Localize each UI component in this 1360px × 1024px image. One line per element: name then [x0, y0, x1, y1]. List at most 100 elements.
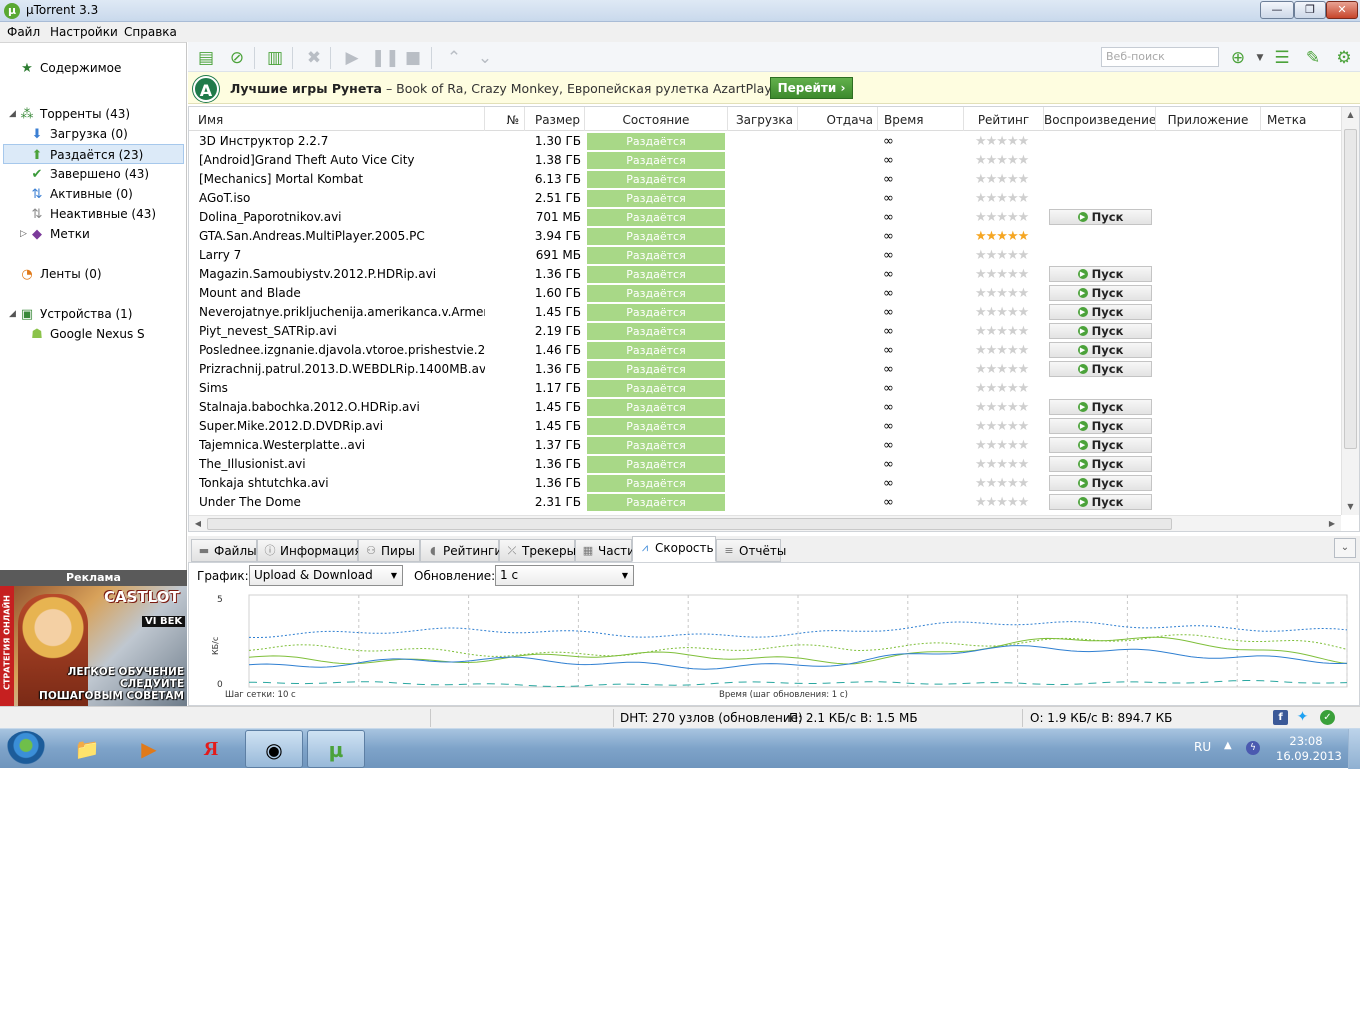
search-dropdown-icon[interactable]: ▼: [1249, 47, 1271, 69]
table-row[interactable]: Mount and Blade 1.60 ГБ Раздаётся ∞ ★★★★★ ▶ Пу…: [189, 284, 1341, 303]
add-url-icon[interactable]: ⊘: [226, 47, 248, 69]
tab-speed[interactable]: ⩘ Скорость: [632, 536, 716, 562]
banner-text[interactable]: Лучшие игры Рунета – Book of Ra, Crazy M…: [230, 81, 772, 96]
column-label[interactable]: Метка: [1261, 107, 1341, 131]
table-row[interactable]: Stalnaja.babochka.2012.O.HDRip.avi 1.45 Г…: [189, 398, 1341, 417]
tray-expand-icon[interactable]: ▲: [1224, 740, 1232, 751]
graph-select[interactable]: Upload & Download ▼: [249, 565, 403, 586]
scroll-thumb[interactable]: [1344, 129, 1357, 449]
rating-stars[interactable]: ★★★★★: [975, 398, 1045, 417]
sidebar-item-torrents[interactable]: ◢ ⁂ Торренты (43): [9, 104, 130, 124]
table-row[interactable]: Tonkaja shtutchka.avi 1.36 ГБ Раздаётся ∞ ★★…: [189, 474, 1341, 493]
sidebar-item-devices[interactable]: ◢ ▣ Устройства (1): [9, 304, 132, 324]
play-button[interactable]: ▶ Пуск: [1049, 494, 1152, 510]
create-torrent-icon[interactable]: ▥: [264, 47, 286, 69]
tab-logs[interactable]: ≡ Отчёты: [716, 539, 786, 562]
move-up-icon[interactable]: ⌃: [443, 47, 465, 69]
table-row[interactable]: Piyt_nevest_SATRip.avi 2.19 ГБ Раздаётся ∞ ★…: [189, 322, 1341, 341]
expand-arrow-icon[interactable]: ▷: [20, 224, 27, 244]
rating-stars[interactable]: ★★★★★: [975, 170, 1045, 189]
horizontal-scrollbar[interactable]: ◀ ▶: [189, 515, 1341, 531]
table-row[interactable]: AGoT.iso 2.51 ГБ Раздаётся ∞ ★★★★★: [189, 189, 1341, 208]
scroll-up-icon[interactable]: ▲: [1342, 107, 1359, 123]
table-row[interactable]: 3D Инструктор 2.2.7 1.30 ГБ Раздаётся ∞ ★★★★…: [189, 132, 1341, 151]
twitter-icon[interactable]: ✦: [1295, 710, 1310, 725]
tab-trackers[interactable]: ⤫ Трекеры: [499, 539, 576, 562]
tab-ratings[interactable]: ◖ Рейтинги: [420, 539, 502, 562]
sidebar-item-labels[interactable]: ▷ ◆ Метки: [20, 224, 90, 244]
download-status[interactable]: П: 2.1 КБ/с В: 1.5 МБ: [789, 711, 918, 725]
scroll-down-icon[interactable]: ▼: [1342, 499, 1359, 515]
close-button[interactable]: ✕: [1326, 1, 1358, 19]
rating-stars[interactable]: ★★★★★: [975, 379, 1045, 398]
tray-app-icon[interactable]: ϟ: [1246, 741, 1260, 755]
rating-stars[interactable]: ★★★★★: [975, 189, 1045, 208]
update-select[interactable]: 1 с ▼: [495, 565, 634, 586]
play-button[interactable]: ▶ Пуск: [1049, 361, 1152, 377]
move-down-icon[interactable]: ⌄: [474, 47, 496, 69]
play-button[interactable]: ▶ Пуск: [1049, 266, 1152, 282]
column-app[interactable]: Приложение: [1156, 107, 1261, 131]
table-row[interactable]: [Mechanics] Mortal Kombat 6.13 ГБ Раздаётс…: [189, 170, 1341, 189]
sidebar-item-downloading[interactable]: ⬇ Загрузка (0): [30, 124, 128, 144]
play-button[interactable]: ▶ Пуск: [1049, 323, 1152, 339]
vertical-scrollbar[interactable]: ▲ ▼: [1341, 107, 1359, 515]
add-torrent-icon[interactable]: ▤: [195, 47, 217, 69]
chrome-icon[interactable]: ◉: [245, 730, 303, 768]
sidebar-item-completed[interactable]: ✔ Завершено (43): [30, 164, 150, 184]
stop-icon[interactable]: ■: [402, 47, 424, 69]
table-row[interactable]: Sims 1.17 ГБ Раздаётся ∞ ★★★★★: [189, 379, 1341, 398]
table-row[interactable]: GTA.San.Andreas.MultiPlayer.2005.PC 3.94 …: [189, 227, 1341, 246]
rating-stars[interactable]: ★★★★★: [975, 341, 1045, 360]
maximize-button[interactable]: ❐: [1294, 1, 1326, 19]
rating-stars[interactable]: ★★★★★: [975, 455, 1045, 474]
table-row[interactable]: Dolina_Paporotnikov.avi 701 МБ Раздаётся ∞ ★…: [189, 208, 1341, 227]
rating-stars[interactable]: ★★★★★: [975, 132, 1045, 151]
play-button[interactable]: ▶ Пуск: [1049, 399, 1152, 415]
facebook-icon[interactable]: f: [1273, 710, 1288, 725]
rating-stars[interactable]: ★★★★★: [975, 246, 1045, 265]
collapse-panel-button[interactable]: ⌄: [1334, 538, 1356, 558]
table-row[interactable]: Under The Dome 2.31 ГБ Раздаётся ∞ ★★★★★ ▶ Пус…: [189, 493, 1341, 512]
collapse-arrow-icon[interactable]: ◢: [9, 304, 16, 324]
minimize-button[interactable]: —: [1260, 1, 1294, 19]
tab-info[interactable]: ⓘ Информация: [257, 539, 362, 562]
table-row[interactable]: The_Illusionist.avi 1.36 ГБ Раздаётся ∞ ★★★★…: [189, 455, 1341, 474]
table-row[interactable]: Magazin.Samoubiystv.2012.P.HDRip.avi 1.36…: [189, 265, 1341, 284]
menu-settings[interactable]: Настройки: [50, 25, 118, 39]
rating-stars[interactable]: ★★★★★: [975, 151, 1045, 170]
rating-stars[interactable]: ★★★★★: [975, 265, 1045, 284]
play-button[interactable]: ▶ Пуск: [1049, 456, 1152, 472]
rating-stars[interactable]: ★★★★★: [975, 303, 1045, 322]
sidebar-item-inactive[interactable]: ⇅ Неактивные (43): [30, 204, 156, 224]
media-player-icon[interactable]: ▶: [120, 730, 178, 768]
tab-pieces[interactable]: ▦ Части: [575, 539, 635, 562]
rating-stars[interactable]: ★★★★★: [975, 474, 1045, 493]
rating-stars[interactable]: ★★★★★: [975, 360, 1045, 379]
explorer-icon[interactable]: 📁: [58, 730, 116, 768]
table-row[interactable]: Poslednee.izgnanie.djavola.vtoroe.prishe…: [189, 341, 1341, 360]
start-icon[interactable]: ▶: [341, 47, 363, 69]
gear-icon[interactable]: ⚙: [1333, 47, 1355, 69]
sidebar-item-active[interactable]: ⇅ Активные (0): [30, 184, 133, 204]
remove-icon[interactable]: ✖: [303, 47, 325, 69]
play-button[interactable]: ▶ Пуск: [1049, 209, 1152, 225]
collapse-arrow-icon[interactable]: ◢: [9, 104, 16, 124]
scroll-right-icon[interactable]: ▶: [1325, 516, 1339, 532]
scroll-thumb[interactable]: [207, 518, 1172, 530]
tab-peers[interactable]: ⚇ Пиры: [358, 539, 420, 562]
column-download[interactable]: Загрузка: [728, 107, 798, 131]
column-state[interactable]: Состояние: [585, 107, 728, 131]
column-size[interactable]: Размер: [525, 107, 585, 131]
yandex-browser-icon[interactable]: Я: [182, 730, 240, 768]
start-button[interactable]: [6, 731, 46, 767]
utorrent-taskbar-icon[interactable]: µ: [307, 730, 365, 768]
pause-icon[interactable]: ❚❚: [371, 47, 400, 69]
column-name[interactable]: Имя: [189, 107, 485, 131]
table-row[interactable]: Larry 7 691 МБ Раздаётся ∞ ★★★★★: [189, 246, 1341, 265]
remote-icon[interactable]: ✎: [1302, 47, 1324, 69]
rating-stars[interactable]: ★★★★★: [975, 436, 1045, 455]
dht-status[interactable]: DHT: 270 узлов (обновление): [620, 711, 803, 725]
table-row[interactable]: Neverojatnye.prikljuchenija.amerikanca.v…: [189, 303, 1341, 322]
sidebar-item-nexus[interactable]: ☗ Google Nexus S: [30, 324, 145, 344]
